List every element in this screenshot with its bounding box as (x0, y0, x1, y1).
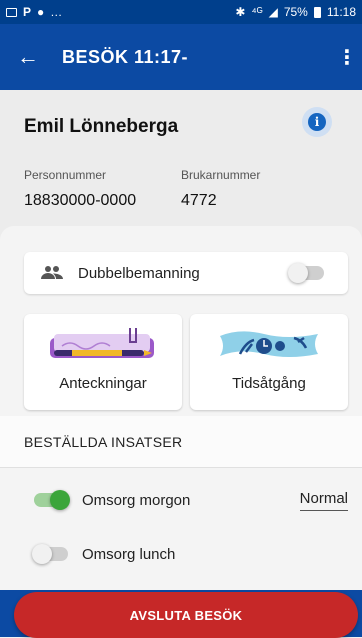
person-card: Emil Lönneberga i Personnummer Brukarnum… (0, 90, 362, 240)
visit-content: Dubbelbemanning Anteckningar Tidsåtgång (0, 226, 362, 416)
people-icon (41, 266, 63, 279)
brukarnummer-label: Brukarnummer (181, 168, 261, 182)
info-icon: i (308, 113, 326, 131)
page-title: BESÖK 11:17- (62, 46, 189, 67)
section-header: BESTÄLLDA INSATSER (0, 416, 362, 468)
end-visit-button[interactable]: AVSLUTA BESÖK (14, 592, 358, 638)
more-vert-icon[interactable]: ⋮ (332, 45, 362, 70)
personnummer-value: 18830000-0000 (24, 192, 137, 209)
status-bar: P ● … ✱ ⁴ᴳ ◢ 75% 11:18 (0, 0, 362, 24)
clock: 11:18 (326, 5, 356, 19)
list-item: Omsorg lunch (24, 540, 348, 568)
p-notification-icon: P (23, 5, 32, 19)
battery-percent: 75% (283, 5, 308, 19)
time-spent-icon (220, 331, 318, 357)
dubbelbemanning-label: Dubbelbemanning (78, 264, 200, 282)
brukarnummer-value: 4772 (181, 192, 217, 209)
insats-switch-0[interactable] (34, 490, 70, 510)
dubbelbemanning-card: Dubbelbemanning (24, 252, 348, 294)
insats-level-select[interactable]: Normal (299, 490, 348, 511)
more-notifications-icon: … (50, 5, 63, 19)
network-type: ⁴ᴳ (251, 5, 263, 19)
image-notification-icon (6, 7, 17, 17)
notebook-pen-icon (50, 328, 154, 358)
bluetooth-icon: ✱ (235, 5, 246, 19)
info-button[interactable]: i (302, 107, 332, 137)
battery-icon (313, 6, 321, 18)
insats-switch-1[interactable] (32, 544, 68, 564)
notes-tile[interactable]: Anteckningar (24, 314, 182, 410)
signal-icon: ◢ (268, 5, 278, 19)
insats-label: Omsorg lunch (82, 545, 176, 563)
person-name: Emil Lönneberga (24, 116, 179, 137)
list-item: Omsorg morgon Normal (24, 486, 348, 514)
section-title: BESTÄLLDA INSATSER (24, 434, 183, 450)
arrow-back-icon[interactable]: ← (0, 44, 56, 70)
dubbelbemanning-switch[interactable] (288, 263, 324, 283)
smiley-notification-icon: ● (37, 5, 45, 19)
personnummer-label: Personnummer (24, 168, 107, 182)
time-label: Tidsåtgång (232, 375, 306, 392)
time-tile[interactable]: Tidsåtgång (190, 314, 348, 410)
app-bar: ← BESÖK 11:17- ⋮ (0, 24, 362, 90)
insats-label: Omsorg morgon (82, 491, 191, 509)
notes-label: Anteckningar (59, 375, 147, 392)
